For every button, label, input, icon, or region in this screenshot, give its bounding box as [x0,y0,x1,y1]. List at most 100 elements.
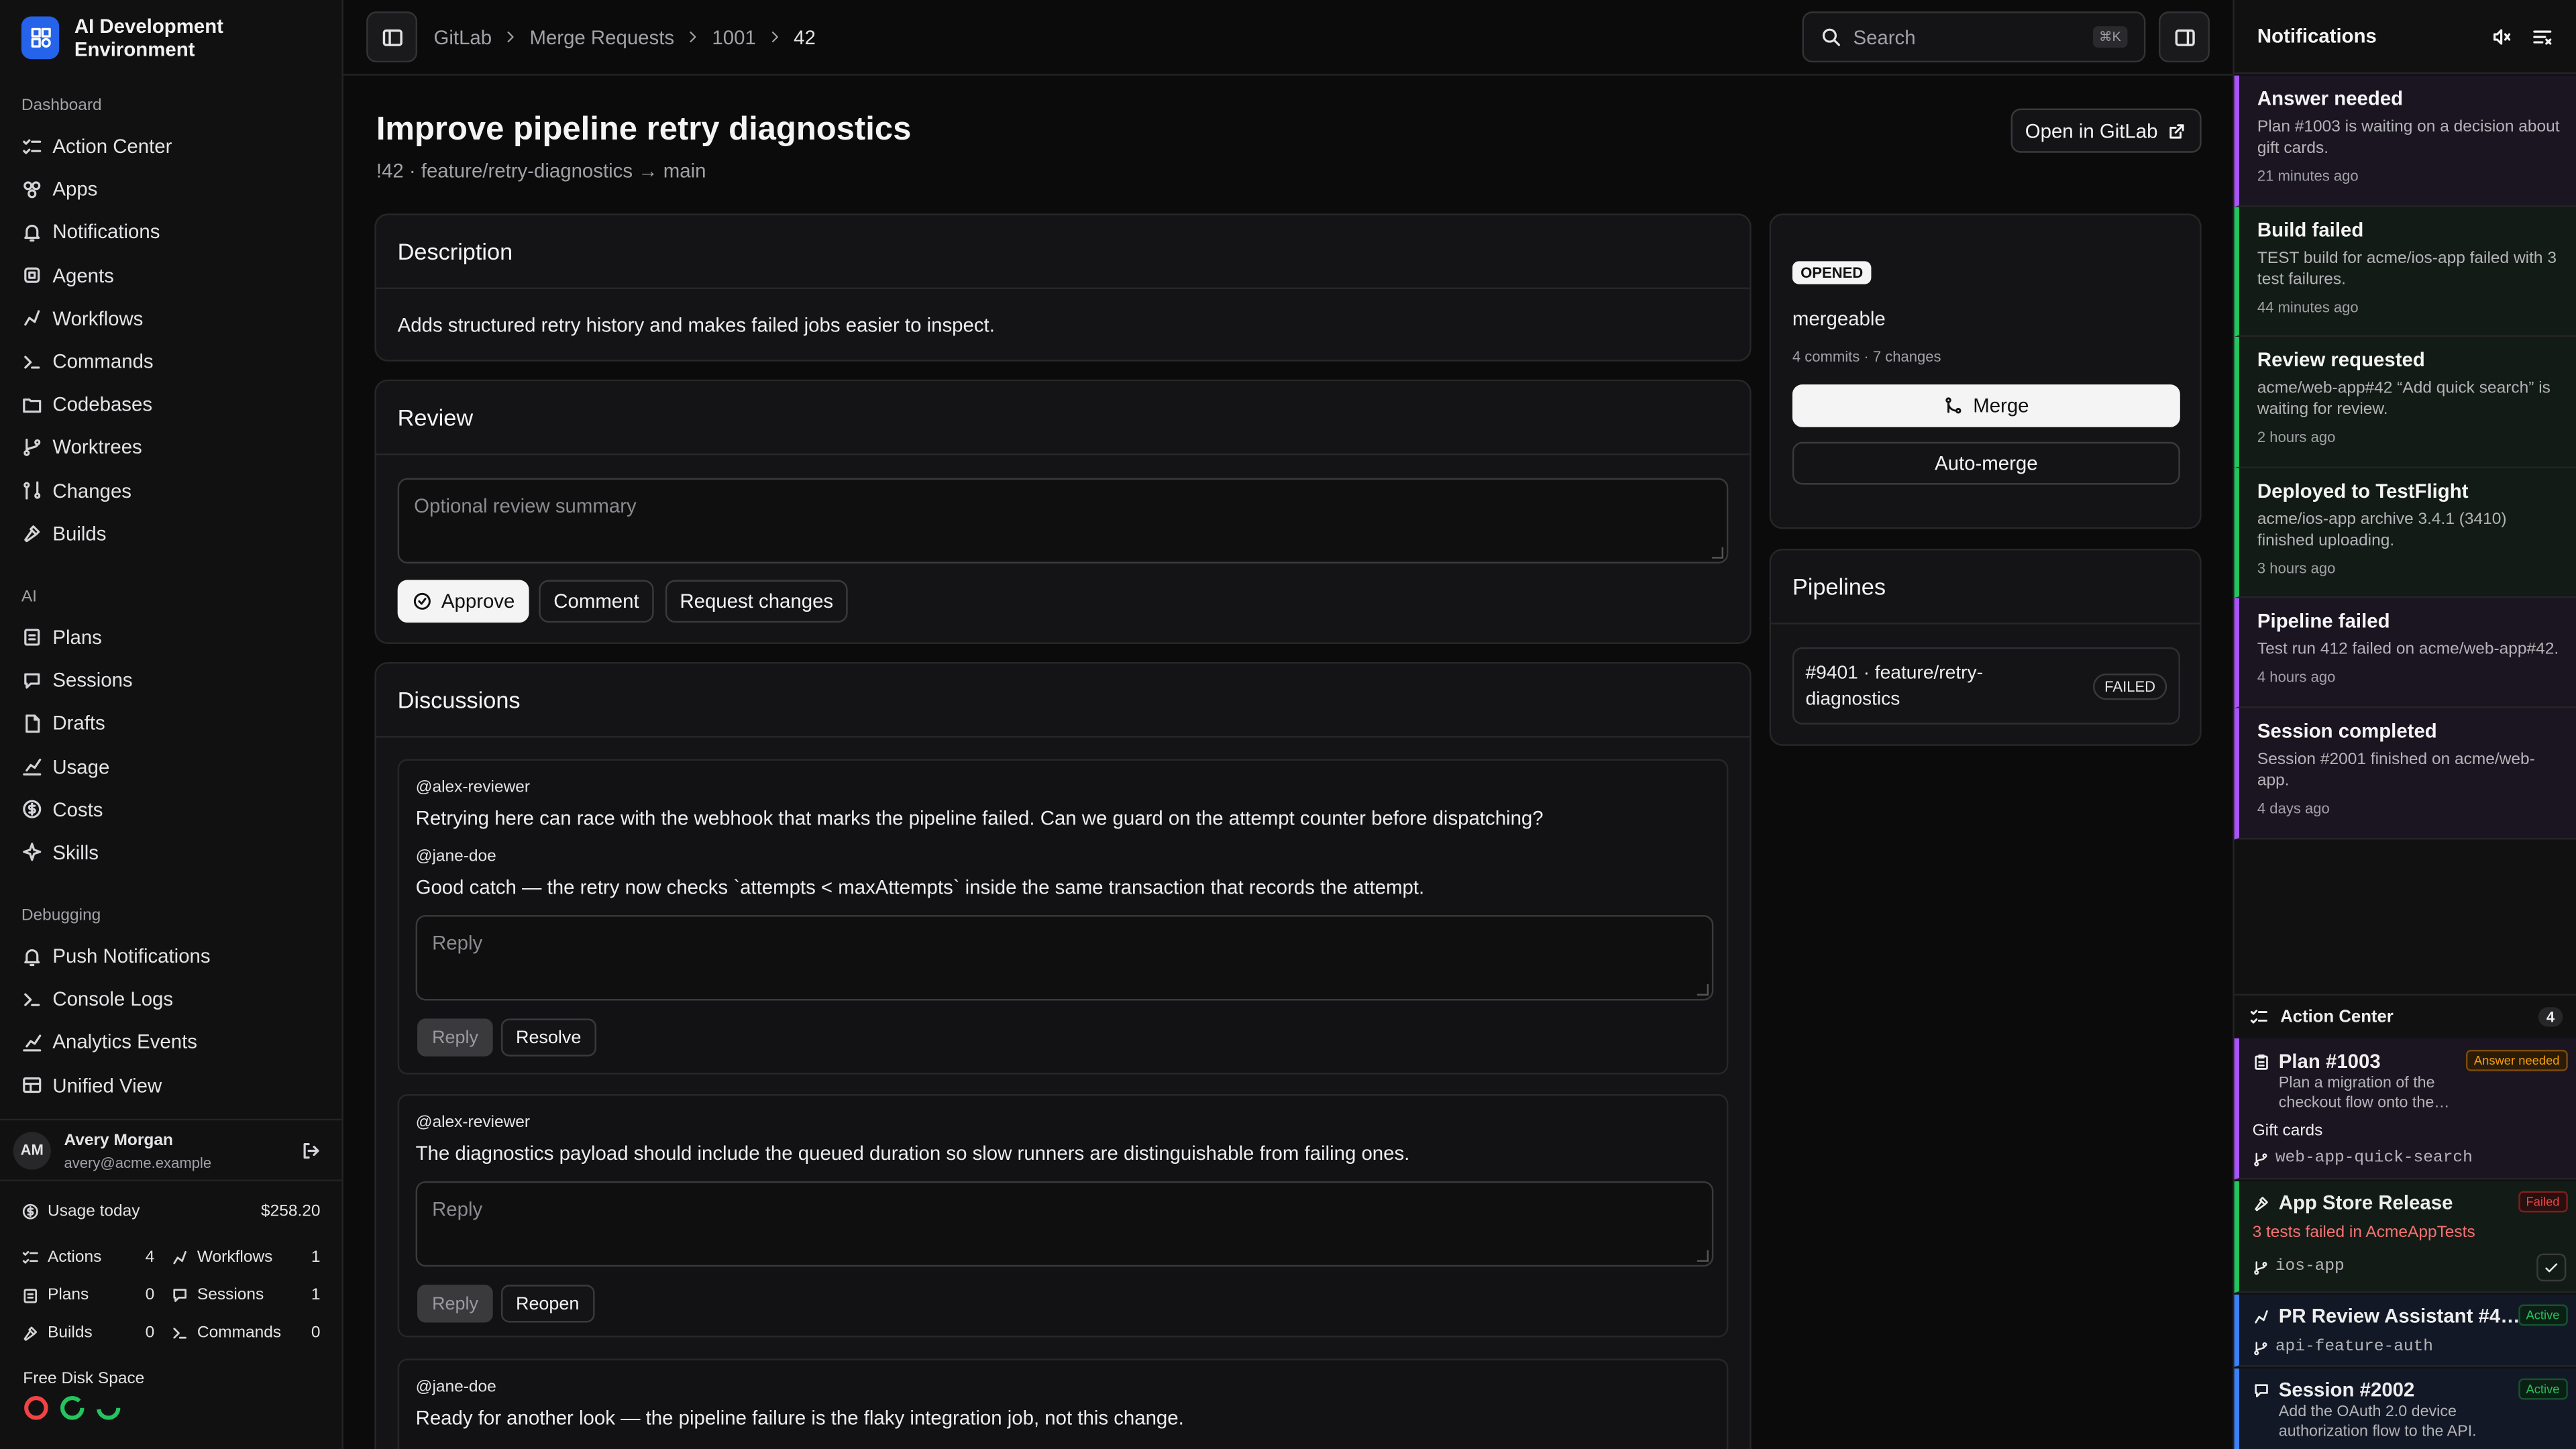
clear-all-icon[interactable] [2532,25,2553,47]
search-placeholder: Search [1853,25,1916,49]
sidebar-item-usage[interactable]: Usage [0,745,341,788]
sidebar-item-analytics-events[interactable]: Analytics Events [0,1021,341,1064]
breadcrumb-project[interactable]: 1001 [712,25,755,48]
sidebar-item-skills[interactable]: Skills [0,831,341,874]
action-center-header[interactable]: Action Center 4 [2234,994,2576,1037]
mark-done-button[interactable] [2536,1253,2567,1282]
sidebar-item-notifications[interactable]: Notifications [0,211,341,254]
sidebar-item-label: Drafts [52,712,105,735]
request-changes-button[interactable]: Request changes [665,580,848,623]
reply-button[interactable]: Reply [417,1285,494,1323]
sidebar-item-push-notifications[interactable]: Push Notifications [0,934,341,977]
hammer-icon [2255,1197,2268,1212]
sidebar-item-agents[interactable]: Agents [0,254,341,297]
reply-input[interactable]: Reply [415,1181,1714,1267]
chat-icon [2255,1384,2268,1397]
stat-sessions[interactable]: Sessions 1 [171,1287,321,1305]
sidebar-item-worktrees[interactable]: Worktrees [0,426,341,469]
brand[interactable]: AI Development Environment [0,0,341,74]
note-author[interactable]: @alex-reviewer [416,779,531,797]
action-item[interactable]: Session #2002 Active Add the OAuth 2.0 d… [2234,1368,2576,1449]
stat-workflows[interactable]: Workflows 1 [171,1248,321,1267]
notification-item[interactable]: Review requested acme/web-app#42 “Add qui… [2234,337,2576,468]
notification-item[interactable]: Answer needed Plan #1003 is waiting on a … [2234,75,2576,207]
breadcrumb-current: 42 [794,25,816,49]
sidebar-item-label: Usage [52,755,110,778]
sidebar-item-apps[interactable]: Apps [0,168,341,211]
notification-item[interactable]: Deployed to TestFlight acme/ios-app archi… [2234,468,2576,598]
auto-merge-button[interactable]: Auto-merge [1792,441,2180,485]
notification-text: Plan #1003 is waiting on a decision abou… [2257,118,2560,158]
note-author[interactable]: @jane-doe [416,848,496,866]
sidebar-item-label: Console Logs [52,987,174,1011]
action-item[interactable]: Plan #1003 Answer needed Plan a migratio… [2234,1038,2576,1180]
workflows-icon [173,1250,186,1265]
sidebar-item-unified-view[interactable]: Unified View [0,1064,341,1107]
notification-age: 21 minutes ago [2257,167,2359,184]
action-item-title: PR Review Assistant #4… [2278,1304,2520,1328]
stat-builds[interactable]: Builds 0 [21,1324,171,1342]
sidebar-item-codebases[interactable]: Codebases [0,383,341,426]
toggle-panel-button[interactable] [2158,11,2210,63]
reply-input[interactable]: Reply [415,915,1714,1001]
notification-text: Test run 412 failed on acme/web-app#42. [2257,641,2559,659]
action-item[interactable]: App Store Release Failed 3 tests failed … [2234,1181,2576,1293]
notification-item[interactable]: Build failed TEST build for acme/ios-app … [2234,207,2576,337]
mr-subtitle: !42 · feature/retry-diagnostics → main [376,159,706,182]
disk-gauge [96,1396,121,1420]
notification-item[interactable]: Pipeline failed Test run 412 failed on ac… [2234,598,2576,708]
search-input[interactable]: Search ⌘K [1802,11,2146,63]
disk-gauge [24,1396,48,1420]
notification-title: Build failed [2257,218,2364,242]
sidebar-item-drafts[interactable]: Drafts [0,702,341,745]
note-author[interactable]: @jane-doe [416,1379,496,1397]
action-center-heading: Action Center [2280,1006,2394,1026]
resolve-button[interactable]: Resolve [500,1018,596,1057]
reply-button[interactable]: Reply [417,1018,494,1057]
sidebar-item-costs[interactable]: Costs [0,788,341,831]
pipeline-item[interactable]: #9401 · feature/retry-diagnostics FAILED [1792,647,2180,725]
git-branch-icon [2254,1152,2267,1166]
approve-button[interactable]: Approve [397,580,529,623]
sidebar-item-workflows[interactable]: Workflows [0,297,341,340]
sidebar-item-changes[interactable]: Changes [0,469,341,512]
stat-commands[interactable]: Commands 0 [171,1324,321,1342]
review-summary-input[interactable]: Optional review summary [397,478,1729,564]
logout-icon[interactable] [301,1139,322,1161]
usage-icon [23,758,42,776]
user-profile[interactable]: AM Avery Morgan avery@acme.example [0,1118,342,1181]
chevron-right-icon [508,32,515,43]
merge-button[interactable]: Merge [1792,384,2180,427]
sidebar-item-sessions[interactable]: Sessions [0,659,341,702]
stat-label: Plans [48,1286,89,1305]
comment-button[interactable]: Comment [539,580,654,623]
pipelines-card: Pipelines #9401 · feature/retry-diagnost… [1769,548,2202,746]
note-author[interactable]: @alex-reviewer [416,1114,531,1132]
sidebar-item-commands[interactable]: Commands [0,340,341,383]
sidebar-item-label: Action Center [52,135,172,158]
stat-plans[interactable]: Plans 0 [21,1287,171,1305]
notification-item[interactable]: Session completed Session #2001 finished … [2234,708,2576,840]
action-item-text: Add the OAuth 2.0 device authorization f… [2278,1403,2477,1441]
push-notifications-icon [24,949,40,966]
app-logo-icon [21,15,60,58]
open-in-gitlab-button[interactable]: Open in GitLab [2010,108,2202,153]
stat-actions[interactable]: Actions 4 [21,1248,171,1267]
mute-icon[interactable] [2491,25,2512,47]
breadcrumb-merge-requests[interactable]: Merge Requests [529,25,674,48]
sidebar-item-builds[interactable]: Builds [0,512,341,555]
check-circle-icon [413,592,431,610]
usage-today[interactable]: Usage today $258.20 [0,1193,341,1230]
notification-text: acme/web-app#42 “Add quick search” is wa… [2257,379,2551,419]
action-item[interactable]: PR Review Assistant #4… Active api-featu… [2234,1294,2576,1367]
toggle-sidebar-button[interactable] [366,11,418,63]
check-icon [2545,1263,2558,1272]
sidebar-item-console-logs[interactable]: Console Logs [0,978,341,1021]
sidebar-item-action-center[interactable]: Action Center [0,125,341,168]
sidebar-item-plans[interactable]: Plans [0,616,341,659]
breadcrumb-gitlab[interactable]: GitLab [434,25,492,48]
plans-icon [24,629,40,647]
sidebar-section-label: AI [21,588,37,606]
sidebar-item-label: Codebases [52,392,153,417]
reopen-button[interactable]: Reopen [500,1285,594,1323]
